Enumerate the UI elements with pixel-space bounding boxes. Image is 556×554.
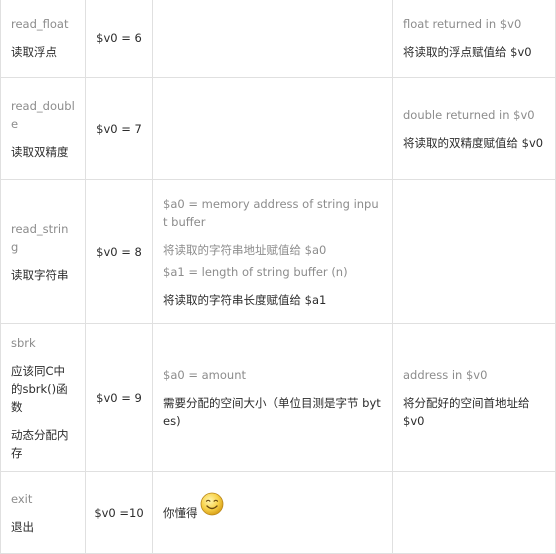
- syscall-code: $v0 = 7: [96, 121, 142, 136]
- table-row: exit 退出 $v0 =10 你懂得: [0, 471, 556, 554]
- argument-description: 需要分配的空间大小（单位目测是字节 bytes): [163, 395, 381, 428]
- service-description: 应该同C中的sbrk()函数: [11, 363, 68, 414]
- service-cell: sbrk 应该同C中的sbrk()函数 动态分配内存: [0, 323, 86, 472]
- arguments-cell: 你懂得: [152, 471, 393, 554]
- syscall-code: $v0 = 6: [96, 31, 142, 45]
- service-name: exit: [11, 491, 33, 506]
- service-description: 动态分配内存: [11, 427, 69, 460]
- result-description: 将读取的浮点赋值给 $v0: [403, 45, 532, 59]
- service-cell: read_string 读取字符串: [0, 179, 86, 324]
- service-name: sbrk: [11, 335, 36, 350]
- table-row: read_float 读取浮点 $v0 = 6 float returned i…: [0, 0, 556, 78]
- service-cell: exit 退出: [0, 471, 86, 554]
- service-description: 读取字符串: [11, 267, 69, 282]
- service-name: read_float: [11, 17, 69, 31]
- result-cell: [392, 179, 556, 324]
- argument-description: 你懂得: [163, 505, 198, 520]
- code-cell: $v0 = 6: [85, 0, 153, 78]
- service-name: read_double: [11, 98, 75, 131]
- arguments-cell: [152, 0, 393, 78]
- arguments-cell: $a0 = amount 需要分配的空间大小（单位目测是字节 bytes): [152, 323, 393, 472]
- service-description: 退出: [11, 519, 34, 534]
- argument-line: 你懂得: [163, 492, 224, 527]
- syscall-code: $v0 = 9: [96, 390, 142, 405]
- syscall-table: read_float 读取浮点 $v0 = 6 float returned i…: [0, 0, 556, 554]
- argument-text: $a0 = amount: [163, 367, 246, 382]
- result-text: address in $v0: [403, 367, 488, 382]
- service-name: read_string: [11, 221, 69, 254]
- argument-description: 将读取的字符串长度赋值给 $a1: [163, 292, 327, 307]
- service-cell: read_double 读取双精度: [0, 77, 86, 180]
- code-cell: $v0 = 7: [85, 77, 153, 180]
- result-cell: [392, 471, 556, 554]
- result-text: double returned in $v0: [403, 107, 535, 122]
- result-text: float returned in $v0: [403, 17, 522, 31]
- code-cell: $v0 = 8: [85, 179, 153, 324]
- result-cell: address in $v0 将分配好的空间首地址给 $v0: [392, 323, 556, 472]
- code-cell: $v0 = 9: [85, 323, 153, 472]
- smiley-face-icon: [200, 492, 224, 521]
- syscall-code: $v0 = 8: [96, 244, 142, 259]
- result-description: 将读取的双精度赋值给 $v0: [403, 135, 544, 150]
- syscall-code: $v0 =10: [94, 505, 144, 520]
- argument-text: $a1 = length of string buffer (n): [163, 264, 348, 279]
- arguments-cell: $a0 = memory address of string input buf…: [152, 179, 393, 324]
- table-row: read_double 读取双精度 $v0 = 7 double returne…: [0, 77, 556, 180]
- table-row: read_string 读取字符串 $v0 = 8 $a0 = memory a…: [0, 179, 556, 324]
- service-description: 读取双精度: [11, 144, 69, 159]
- result-cell: double returned in $v0 将读取的双精度赋值给 $v0: [392, 77, 556, 180]
- code-cell: $v0 =10: [85, 471, 153, 554]
- result-cell: float returned in $v0 将读取的浮点赋值给 $v0: [392, 0, 556, 78]
- argument-text: $a0 = memory address of string input buf…: [163, 196, 379, 229]
- result-description: 将分配好的空间首地址给 $v0: [403, 395, 530, 428]
- arguments-cell: [152, 77, 393, 180]
- table-row: sbrk 应该同C中的sbrk()函数 动态分配内存 $v0 = 9 $a0 =…: [0, 323, 556, 472]
- service-cell: read_float 读取浮点: [0, 0, 86, 78]
- service-description: 读取浮点: [11, 45, 57, 59]
- argument-description: 将读取的字符串地址赋值给 $a0: [163, 242, 327, 257]
